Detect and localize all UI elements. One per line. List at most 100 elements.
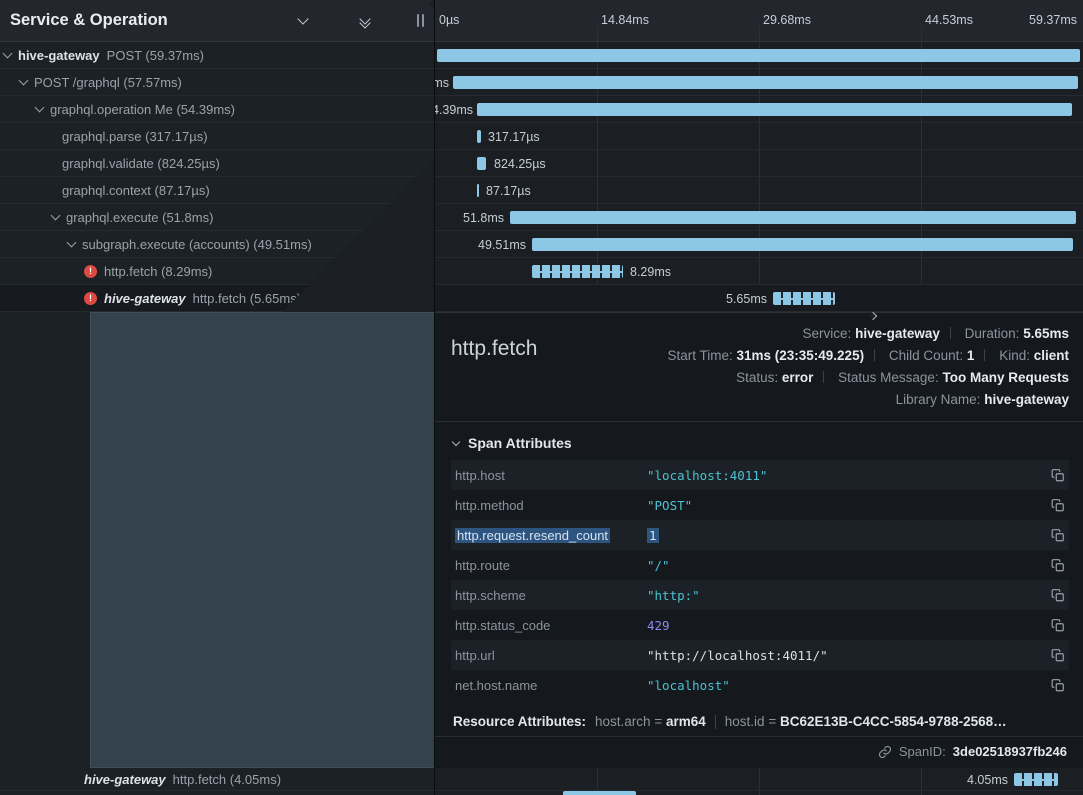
meta-value: Too Many Requests xyxy=(942,370,1069,385)
meta-line: Service: hive-gateway Duration: 5.65ms xyxy=(667,323,1069,345)
span-detail-panel: http.fetch Service: hive-gateway Duratio… xyxy=(435,312,1083,768)
span-meta: Service: hive-gateway Duration: 5.65ms S… xyxy=(667,323,1069,411)
chevron-right-icon[interactable] xyxy=(325,12,343,30)
attribute-value: 1 xyxy=(647,528,659,543)
timeline-row: 49.51ms xyxy=(435,231,1083,258)
span-bar[interactable] xyxy=(510,211,1076,224)
meta-label: Service: xyxy=(803,326,852,341)
copy-icon[interactable] xyxy=(1039,468,1065,483)
meta-label: Child Count: xyxy=(889,348,963,363)
span-tree-row[interactable]: graphql.context (87.17µs) xyxy=(0,177,434,204)
ruler-tick-label: 44.53ms xyxy=(925,13,973,27)
duration-label: 824.25µs xyxy=(494,157,546,171)
span-bar[interactable] xyxy=(532,265,623,278)
span-bar[interactable] xyxy=(477,130,481,143)
meta-label: Library Name: xyxy=(896,392,981,407)
meta-value: 5.65ms xyxy=(1023,326,1069,341)
timeline-row: 87.17µs xyxy=(435,177,1083,204)
link-icon[interactable] xyxy=(878,745,892,759)
resource-attributes-toggle[interactable]: Resource Attributes: host.arch = arm64 h… xyxy=(453,714,1069,729)
chevron-down-icon[interactable] xyxy=(19,76,29,86)
span-bar[interactable] xyxy=(437,49,1080,62)
chevron-down-icon[interactable] xyxy=(67,238,77,248)
duration-label: 5.65ms xyxy=(726,292,767,306)
span-bar[interactable] xyxy=(563,791,636,795)
attribute-row: http.route "/" xyxy=(451,550,1069,580)
copy-icon[interactable] xyxy=(1039,648,1065,663)
service-name: hive-gateway xyxy=(104,291,186,306)
duration-label: 87.17µs xyxy=(486,184,531,198)
copy-icon[interactable] xyxy=(1039,588,1065,603)
meta-line: Status: error Status Message: Too Many R… xyxy=(667,367,1069,389)
chevron-down-icon[interactable] xyxy=(3,49,13,59)
span-tree-row[interactable]: hive-gateway http.fetch (4.05ms) xyxy=(0,768,435,791)
span-tree-row-selected[interactable]: hive-gateway http.fetch (5.65ms) xyxy=(0,285,434,312)
timeline-row-selected: 5.65ms xyxy=(435,285,1083,312)
timeline-row: 8.29ms xyxy=(435,258,1083,285)
attribute-row: http.host "localhost:4011" xyxy=(451,460,1069,490)
span-tree-row[interactable]: POST /graphql (57.57ms) xyxy=(0,69,434,96)
service-name: hive-gateway xyxy=(18,48,100,63)
divider xyxy=(435,421,1083,422)
tree-header-title: Service & Operation xyxy=(10,11,168,30)
waterfall-rows: 57.57ms 54.39ms 317.17µs 824.25µs 87.17µ… xyxy=(435,42,1083,312)
meta-value: 31ms (23:35:49.225) xyxy=(736,348,864,363)
span-bar[interactable] xyxy=(532,238,1073,251)
operation-label: POST /graphql (57.57ms) xyxy=(34,75,182,90)
operation-label: graphql.execute (51.8ms) xyxy=(66,210,213,225)
resource-attributes-title: Resource Attributes: xyxy=(453,714,586,729)
span-bar[interactable] xyxy=(773,292,835,305)
ruler-tick-label: 59.37ms xyxy=(1029,13,1077,27)
timeline-row: 317.17µs xyxy=(435,123,1083,150)
attribute-row: http.scheme "http:" xyxy=(451,580,1069,610)
resource-attribute-preview: host.id = BC62E13B-C4CC-5854-9788-2568… xyxy=(725,714,1007,729)
span-attributes-table: http.host "localhost:4011" http.method "… xyxy=(451,460,1069,700)
copy-icon[interactable] xyxy=(1039,618,1065,633)
timeline-row: 4.05ms xyxy=(435,768,1083,791)
operation-label: subgraph.execute (accounts) (49.51ms) xyxy=(82,237,312,252)
span-tree-row[interactable]: hive-gateway POST (59.37ms) xyxy=(0,42,434,69)
span-tree-row[interactable]: graphql.operation Me (54.39ms) xyxy=(0,96,434,123)
copy-icon[interactable] xyxy=(1039,498,1065,513)
attribute-row: http.url "http://localhost:4011/" xyxy=(451,640,1069,670)
span-attributes-toggle[interactable]: Span Attributes xyxy=(453,435,1069,451)
duration-label: 54.39ms xyxy=(435,103,473,117)
span-bar[interactable] xyxy=(477,103,1072,116)
copy-icon[interactable] xyxy=(1039,558,1065,573)
span-tree-row[interactable]: graphql.parse (317.17µs) xyxy=(0,123,434,150)
attribute-key: net.host.name xyxy=(455,678,647,693)
chevron-down-icon[interactable] xyxy=(51,211,61,221)
attribute-key: http.route xyxy=(455,558,647,573)
chevron-down-icon[interactable] xyxy=(35,103,45,113)
copy-icon[interactable] xyxy=(1039,678,1065,693)
copy-icon[interactable] xyxy=(1039,528,1065,543)
span-bar[interactable] xyxy=(477,184,479,197)
meta-label: Kind: xyxy=(999,348,1030,363)
double-chevron-down-icon[interactable] xyxy=(356,12,374,30)
meta-value: hive-gateway xyxy=(984,392,1069,407)
attribute-key: http.method xyxy=(455,498,647,513)
operation-label: http.fetch (5.65ms) xyxy=(193,291,301,306)
meta-label: Start Time: xyxy=(667,348,732,363)
duration-label: 51.8ms xyxy=(463,211,504,225)
panel-resize-handle[interactable] xyxy=(417,14,424,27)
resource-attribute-preview: host.arch = arm64 xyxy=(595,714,706,729)
ruler-tick-label: 0µs xyxy=(439,13,459,27)
error-icon xyxy=(84,265,97,278)
double-chevron-right-icon[interactable] xyxy=(387,12,405,30)
timeline-row: 824.25µs xyxy=(435,150,1083,177)
span-bar[interactable] xyxy=(477,157,486,170)
timeline-row xyxy=(435,42,1083,69)
divider xyxy=(715,715,716,729)
attribute-value: "http://localhost:4011/" xyxy=(647,648,1039,663)
span-bar[interactable] xyxy=(1014,773,1058,786)
span-tree-row[interactable]: graphql.validate (824.25µs) xyxy=(0,150,434,177)
timeline-row: 57.57ms xyxy=(435,69,1083,96)
span-id-label: SpanID: xyxy=(899,744,946,759)
service-name: hive-gateway xyxy=(84,772,166,787)
span-bar[interactable] xyxy=(453,76,1078,89)
chevron-down-icon[interactable] xyxy=(294,12,312,30)
meta-value: error xyxy=(782,370,814,385)
meta-value: 1 xyxy=(967,348,975,363)
attribute-value: 429 xyxy=(647,618,1039,633)
